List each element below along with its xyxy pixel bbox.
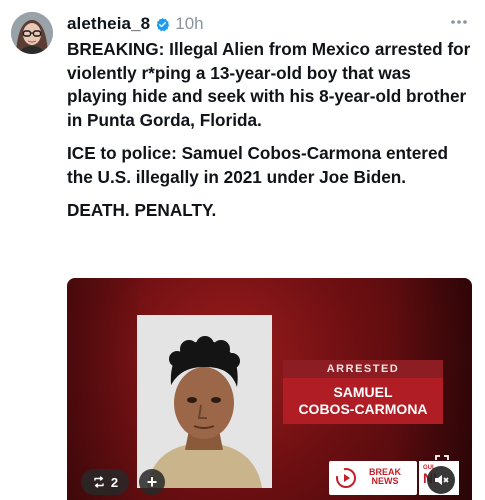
repost-count: 2	[110, 474, 119, 490]
arrested-banner: ARRESTED SAMUEL COBOS-CARMONA	[283, 360, 443, 424]
post-paragraph-2: ICE to police: Samuel Cobos-Carmona ente…	[67, 143, 449, 187]
avatar-image	[11, 12, 53, 54]
breaking-news-line2: NEWS	[371, 476, 399, 486]
repost-button[interactable]: 2	[81, 469, 129, 495]
more-dots-icon[interactable]	[449, 12, 469, 32]
banner-label: ARRESTED	[283, 360, 443, 378]
news-swirl-icon	[336, 468, 356, 488]
mugshot-image	[137, 315, 272, 488]
banner-name-line1: SAMUEL	[333, 384, 393, 400]
breaking-news-text: BREAK NEWS	[359, 468, 411, 486]
avatar[interactable]	[11, 12, 53, 54]
post-paragraph-3: DEATH. PENALTY.	[67, 200, 217, 220]
video-player[interactable]: ARRESTED SAMUEL COBOS-CARMONA BREAK NEWS…	[67, 278, 472, 500]
post-header: aletheia_8 10h	[67, 12, 204, 36]
mute-button[interactable]	[427, 466, 455, 494]
repost-icon	[94, 476, 104, 488]
post-time[interactable]: 10h	[175, 14, 203, 34]
username[interactable]: aletheia_8	[67, 14, 150, 34]
post-paragraph-1: BREAKING: Illegal Alien from Mexico arre…	[67, 39, 471, 130]
banner-name: SAMUEL COBOS-CARMONA	[283, 378, 443, 424]
add-symbol: +	[146, 471, 158, 492]
breaking-news-logo: BREAK NEWS	[329, 461, 417, 495]
muted-speaker-icon	[435, 475, 449, 485]
verified-badge-icon	[155, 17, 170, 32]
add-button[interactable]: +	[139, 469, 165, 495]
post-body: BREAKING: Illegal Alien from Mexico arre…	[67, 38, 472, 233]
banner-name-line2: COBOS-CARMONA	[298, 401, 428, 417]
